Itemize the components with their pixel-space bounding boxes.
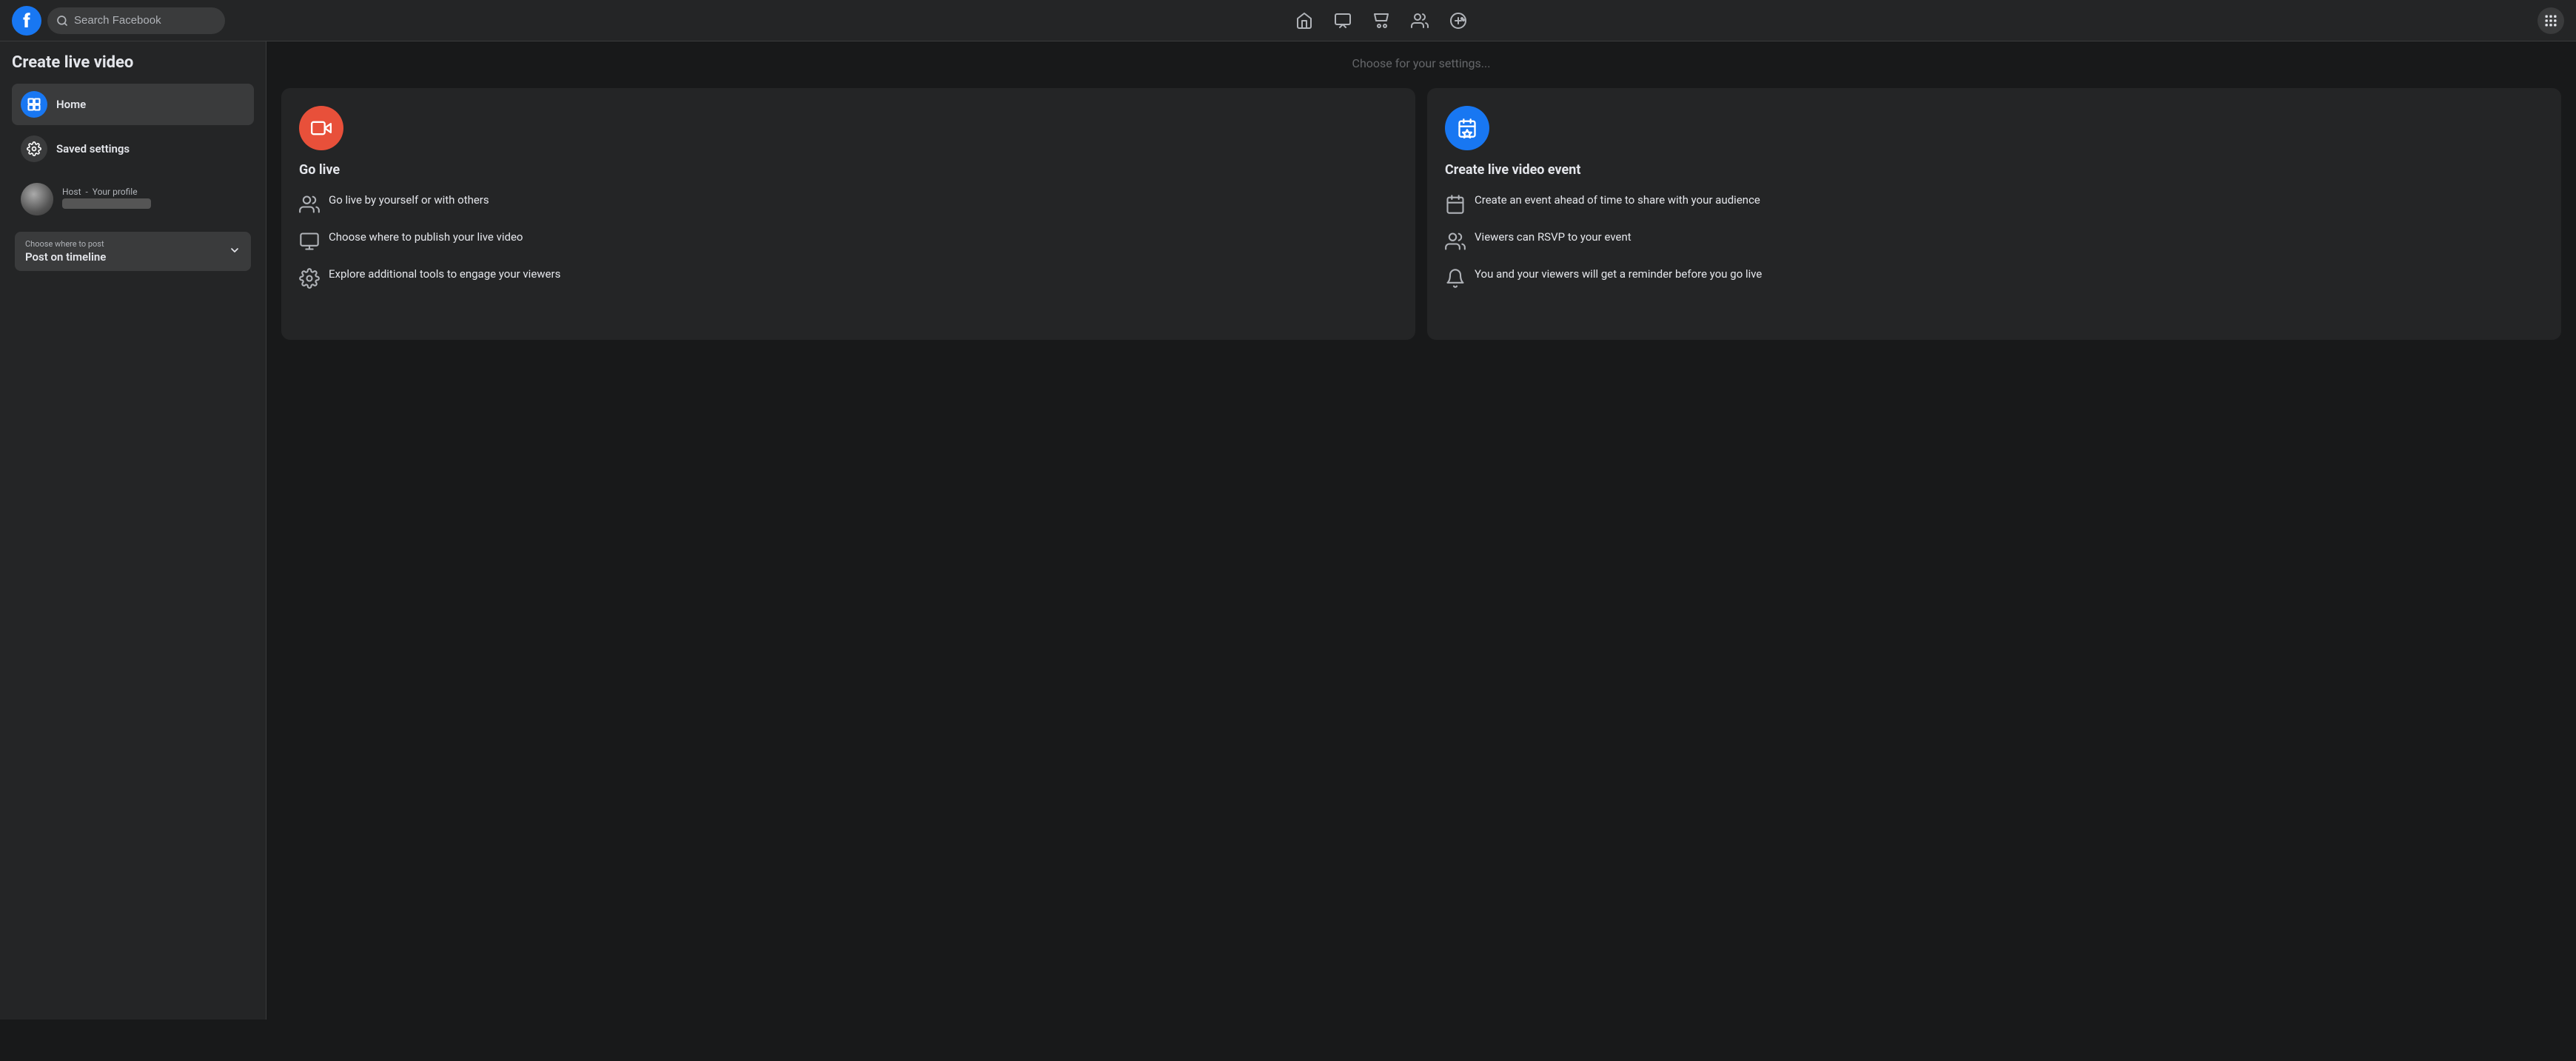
- chevron-down-icon: [229, 244, 241, 259]
- choose-where-value: Post on timeline: [25, 250, 241, 264]
- grid-menu-button[interactable]: [2538, 7, 2564, 34]
- gaming-nav-icon[interactable]: [1440, 3, 1476, 39]
- sidebar-title: Create live video: [12, 53, 254, 72]
- header-nav: [225, 3, 2538, 39]
- choose-where-label: Choose where to post: [25, 239, 241, 249]
- go-live-card: Go live Go live by yourself or with othe…: [281, 88, 1415, 340]
- go-live-feature-text-3: Explore additional tools to engage your …: [329, 267, 560, 282]
- go-live-feature-text-1: Go live by yourself or with others: [329, 193, 489, 208]
- marketplace-nav-icon[interactable]: [1364, 3, 1399, 39]
- host-avatar: [21, 183, 53, 215]
- sidebar-home-label: Home: [56, 98, 86, 111]
- calendar-icon: [1445, 194, 1466, 215]
- sidebar-saved-settings-label: Saved settings: [56, 142, 130, 155]
- live-event-icon-circle: [1445, 106, 1489, 150]
- host-section: Host - Your profile: [12, 175, 254, 223]
- partial-title: Choose for your settings...: [281, 56, 2561, 70]
- host-info: Host - Your profile: [62, 187, 245, 212]
- settings-icon-circle: [21, 135, 47, 162]
- rsvp-icon: [1445, 231, 1466, 252]
- bell-icon: [1445, 268, 1466, 289]
- live-event-feature-3: You and your viewers will get a reminder…: [1445, 267, 2543, 289]
- header: f: [0, 0, 2576, 41]
- video-camera-icon: [311, 118, 332, 138]
- watch-nav-icon[interactable]: [1325, 3, 1361, 39]
- go-live-feature-3: Explore additional tools to engage your …: [299, 267, 1398, 289]
- search-icon: [56, 15, 68, 27]
- cards-row: Go live Go live by yourself or with othe…: [281, 88, 2561, 340]
- choose-section: Choose where to post Post on timeline: [12, 232, 254, 271]
- sidebar-item-home[interactable]: Home: [12, 84, 254, 125]
- search-input[interactable]: [74, 14, 216, 27]
- tools-icon: [299, 268, 320, 289]
- calendar-star-icon: [1457, 118, 1477, 138]
- friends-nav-icon[interactable]: [1402, 3, 1438, 39]
- facebook-logo[interactable]: f: [12, 6, 41, 36]
- host-name-blurred: [62, 198, 151, 209]
- live-event-feature-text-2: Viewers can RSVP to your event: [1475, 230, 1631, 245]
- sidebar: Create live video Home Saved settings: [0, 41, 266, 1020]
- header-right: [2538, 7, 2564, 34]
- go-live-feature-1: Go live by yourself or with others: [299, 193, 1398, 215]
- go-live-icon-circle: [299, 106, 343, 150]
- home-icon-circle: [21, 91, 47, 118]
- live-event-title: Create live video event: [1445, 162, 2543, 178]
- host-label: Host - Your profile: [62, 187, 245, 197]
- live-event-feature-2: Viewers can RSVP to your event: [1445, 230, 2543, 252]
- home-nav-icon[interactable]: [1287, 3, 1322, 39]
- live-event-feature-text-3: You and your viewers will get a reminder…: [1475, 267, 1762, 282]
- main-layout: Create live video Home Saved settings: [0, 41, 2576, 1020]
- people-icon-1: [299, 194, 320, 215]
- content-area: Choose for your settings... Go live Go l…: [266, 41, 2576, 1020]
- go-live-title: Go live: [299, 162, 1398, 178]
- sidebar-item-saved-settings[interactable]: Saved settings: [12, 128, 254, 170]
- avatar-image: [21, 183, 53, 215]
- live-event-card: Create live video event Create an event …: [1427, 88, 2561, 340]
- choose-where-dropdown[interactable]: Choose where to post Post on timeline: [15, 232, 251, 271]
- go-live-feature-text-2: Choose where to publish your live video: [329, 230, 523, 245]
- live-event-feature-text-1: Create an event ahead of time to share w…: [1475, 193, 1760, 208]
- live-event-feature-1: Create an event ahead of time to share w…: [1445, 193, 2543, 215]
- publish-icon: [299, 231, 320, 252]
- go-live-feature-2: Choose where to publish your live video: [299, 230, 1398, 252]
- search-bar[interactable]: [47, 7, 225, 34]
